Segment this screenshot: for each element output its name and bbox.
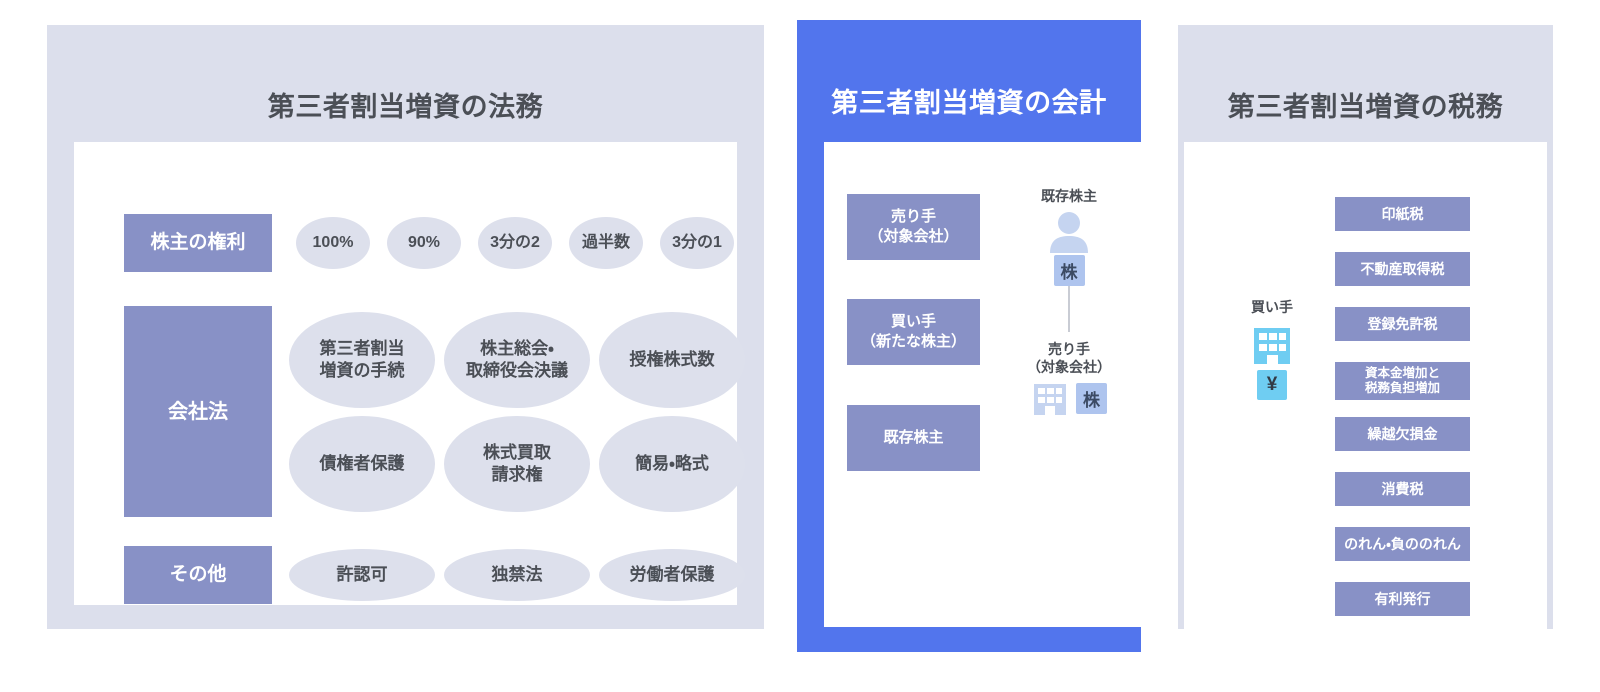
legal-item[interactable]: 労働者保護 [599, 549, 745, 601]
legal-item[interactable]: 90% [387, 217, 461, 269]
panel-tax-body: 買い手 ¥ 印紙税 不動産取得税 登録免許税 資本金増加と 税務負担増加 繰越欠… [1184, 142, 1547, 632]
tax-item[interactable]: 消費税 [1335, 472, 1470, 506]
building-icon [1034, 383, 1066, 415]
tax-buyer-group: 買い手 ¥ [1217, 297, 1327, 400]
diagram-connector-line [1068, 286, 1070, 333]
legal-item[interactable]: 債権者保護 [289, 415, 435, 512]
legal-item[interactable]: 簡易・略式 [599, 415, 745, 512]
tax-item[interactable]: 有利発行 [1335, 582, 1470, 616]
tax-item[interactable]: 不動産取得税 [1335, 252, 1470, 286]
legal-item[interactable]: 100% [296, 217, 370, 269]
category-label-company-law: 会社法 [124, 306, 272, 517]
panel-tax: 第三者割当増資の税務 買い手 ¥ 印紙税 不動産取得税 登録免許税 資本金増加と… [1178, 25, 1553, 632]
panel-accounting-title: 第三者割当増資の会計 [831, 88, 1107, 118]
yen-icon: ¥ [1257, 370, 1287, 400]
accounting-box-buyer[interactable]: 買い手 （新たな株主） [847, 299, 980, 365]
diagram-top-badge: 株 [1053, 255, 1085, 287]
panel-tax-title: 第三者割当増資の税務 [1227, 92, 1504, 122]
diagram-top-label: 既存株主 [1041, 188, 1097, 204]
legal-item[interactable]: 許認可 [289, 549, 435, 601]
person-icon [1050, 212, 1088, 254]
legal-item[interactable]: 第三者割当 増資の手続 [289, 311, 435, 408]
legal-item[interactable]: 過半数 [569, 217, 643, 269]
panel-legal-title: 第三者割当増資の法務 [267, 92, 544, 122]
legal-item[interactable]: 株主総会・ 取締役会決議 [444, 311, 590, 408]
legal-item[interactable]: 授権株式数 [599, 311, 745, 408]
diagram-bottom-badge: 株 [1076, 382, 1107, 414]
panel-accounting[interactable]: 第三者割当増資の会計 売り手 （対象会社） 買い手 （新たな株主） 既存株主 既… [797, 20, 1141, 652]
infographic-canvas: 第三者割当増資の法務 株主の権利 100% 90% 3分の2 過半数 3分の1 … [0, 0, 1600, 692]
panel-legal: 第三者割当増資の法務 株主の権利 100% 90% 3分の2 過半数 3分の1 … [47, 25, 764, 629]
legal-row-others: その他 許認可 独禁法 労働者保護 [124, 546, 754, 604]
accounting-box-seller[interactable]: 売り手 （対象会社） [847, 194, 980, 260]
legal-row-company-law: 会社法 第三者割当 増資の手続 株主総会・ 取締役会決議 授権株式数 債権者保護… [124, 306, 745, 517]
tax-item[interactable]: 登録免許税 [1335, 307, 1470, 341]
tax-item[interactable]: 繰越欠損金 [1335, 417, 1470, 451]
tax-item-list: 印紙税 不動産取得税 登録免許税 資本金増加と 税務負担増加 繰越欠損金 消費税… [1335, 197, 1470, 637]
legal-item[interactable]: 3分の1 [660, 217, 734, 269]
panel-accounting-body: 売り手 （対象会社） 買い手 （新たな株主） 既存株主 既存株主 株 売り手 （… [824, 142, 1141, 627]
accounting-stakeholder-diagram: 既存株主 株 売り手 （対象会社） 株 [1009, 187, 1129, 577]
diagram-bottom-label: 売り手 （対象会社） [1027, 341, 1111, 376]
tax-item[interactable]: 印紙税 [1335, 197, 1470, 231]
tax-item[interactable]: 資本金増加と 税務負担増加 [1335, 362, 1470, 400]
building-icon [1254, 328, 1290, 364]
panel-legal-body: 株主の権利 100% 90% 3分の2 過半数 3分の1 会社法 第三者割当 増… [74, 142, 745, 605]
tax-item[interactable]: のれん・負ののれん [1335, 527, 1470, 561]
accounting-box-existing-shareholder[interactable]: 既存株主 [847, 405, 980, 471]
legal-item-grid: 第三者割当 増資の手続 株主総会・ 取締役会決議 授権株式数 債権者保護 株式買… [289, 311, 745, 512]
legal-item[interactable]: 独禁法 [444, 549, 590, 601]
legal-item[interactable]: 3分の2 [478, 217, 552, 269]
legal-item[interactable]: 株式買取 請求権 [444, 415, 590, 512]
category-label-shareholder-rights: 株主の権利 [124, 214, 272, 272]
legal-row-shareholder-rights: 株主の権利 100% 90% 3分の2 過半数 3分の1 [124, 214, 751, 272]
category-label-others: その他 [124, 546, 272, 604]
tax-buyer-label: 買い手 [1251, 299, 1293, 315]
